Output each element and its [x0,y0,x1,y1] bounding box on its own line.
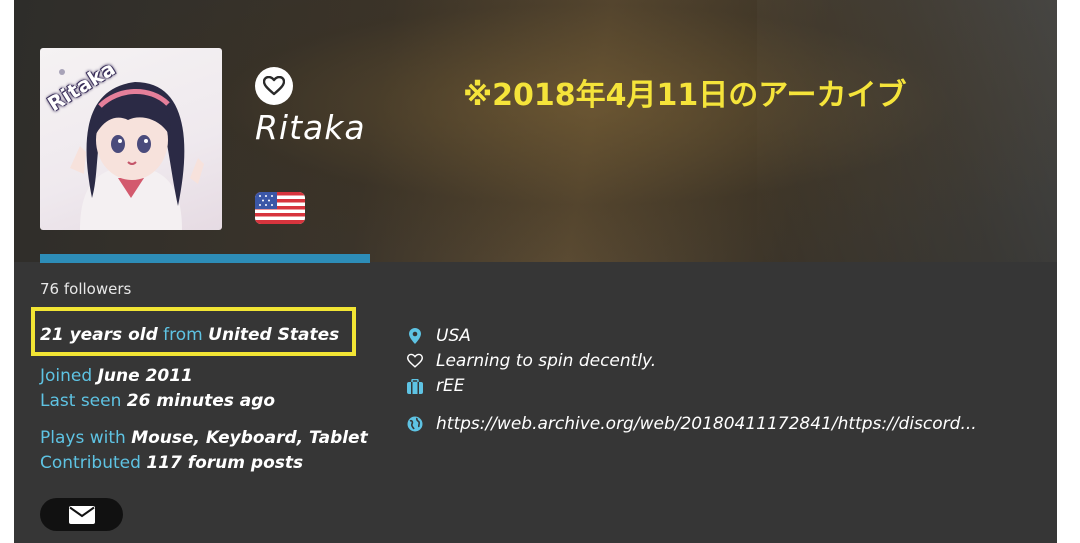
avatar-illustration [59,69,204,230]
last-seen-line: Last seen 26 minutes ago [40,391,275,411]
username: Ritaka [255,108,366,147]
location-pin-icon [407,327,423,345]
plays-with-line: Plays with Mouse, Keyboard, Tablet [40,428,368,448]
archive-note: ※2018年4月11日のアーカイブ [463,78,907,113]
age-value: 21 years old [40,325,158,345]
briefcase-icon [407,377,423,395]
contributed-value: 117 forum posts [146,453,304,473]
last-seen-label: Last seen [40,391,122,411]
heart-outline-icon [407,352,423,370]
send-message-button[interactable] [40,498,123,531]
follow-heart-button[interactable] [255,67,293,105]
age-location-line: 21 years old from United States [40,325,339,345]
envelope-icon [68,505,95,524]
joined-line: Joined June 2011 [40,366,193,386]
joined-label: Joined [40,366,93,386]
info-location: USA [407,325,471,347]
country-value: United States [208,325,340,345]
plays-with-value: Mouse, Keyboard, Tablet [131,428,368,448]
last-seen-value: 26 minutes ago [126,391,276,411]
header-sheen [757,0,1057,262]
globe-icon [407,415,423,433]
location-text: USA [436,326,471,346]
joined-value: June 2011 [97,366,193,386]
contributed-line: Contributed 117 forum posts [40,453,303,473]
us-flag-icon [255,192,305,224]
occupation-text: rEE [436,376,465,396]
followers-count: 76 followers [40,280,132,298]
website-link[interactable]: https://web.archive.org/web/201804111728… [436,414,977,434]
heart-icon [263,76,285,96]
interests-text: Learning to spin decently. [436,351,657,371]
plays-with-label: Plays with [40,428,126,448]
profile-header: Ritaka Ritaka ※2018年4月11日のアーカイブ [14,0,1057,262]
avatar: Ritaka [40,48,222,230]
from-label: from [163,325,203,345]
contributed-label: Contributed [40,453,141,473]
profile-accent-bar [40,254,370,263]
info-website: https://web.archive.org/web/201804111728… [407,413,977,435]
info-occupation: rEE [407,375,464,397]
profile-card: Ritaka Ritaka ※2018年4月11日のアーカイブ 76 follo… [14,0,1057,543]
info-interests: Learning to spin decently. [407,350,656,372]
